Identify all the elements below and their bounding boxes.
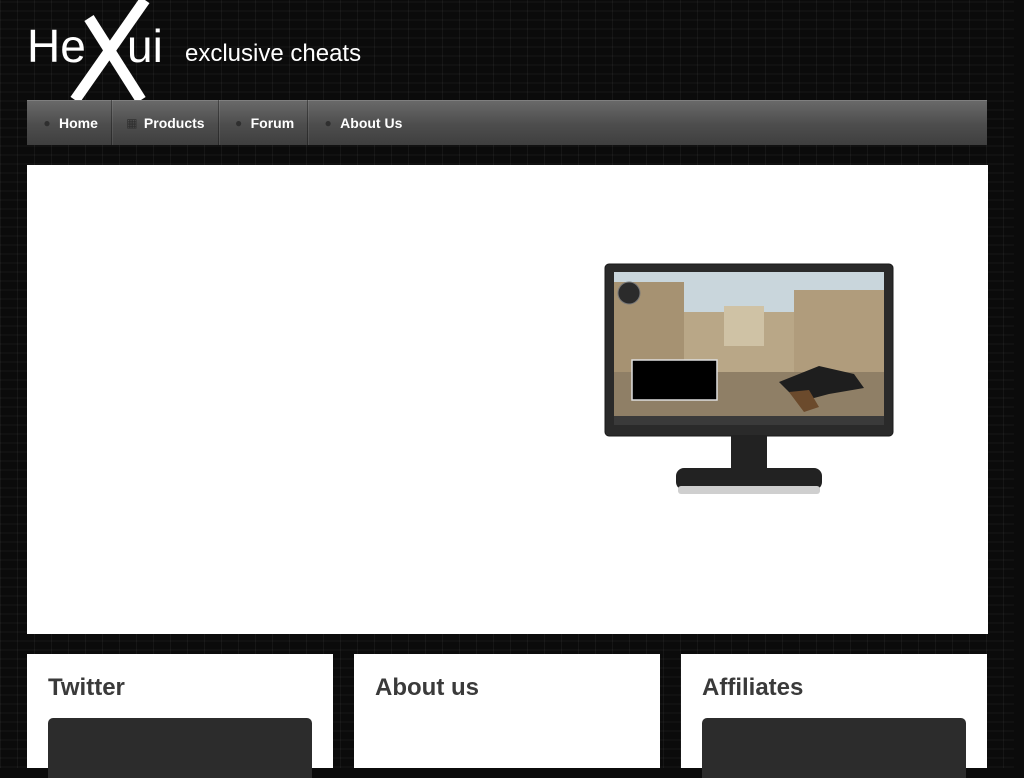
nav-label-home: Home <box>59 114 98 131</box>
logo-text-ui: ui <box>127 20 163 72</box>
nav-label-products: Products <box>143 114 205 131</box>
logo-text-he: He <box>27 20 86 72</box>
twitter-card: Twitter <box>27 654 333 778</box>
info-icon: ● <box>324 115 332 130</box>
affiliates-widget[interactable] <box>702 718 966 778</box>
logo-graphic: He ui exclusive cheats <box>27 0 361 100</box>
logo-tagline: exclusive cheats <box>185 40 361 67</box>
chat-icon: ● <box>234 115 243 130</box>
main-nav: ● Home ▦ Products ● Forum ● About Us <box>27 100 987 145</box>
nav-item-forum[interactable]: ● Forum <box>219 100 309 145</box>
grid-icon: ▦ <box>126 115 138 130</box>
nav-label-about-us: About Us <box>340 114 403 131</box>
twitter-title: Twitter <box>48 674 125 701</box>
site-header: He ui exclusive cheats <box>27 0 987 100</box>
affiliates-title: Affiliates <box>702 674 804 701</box>
affiliates-card: Affiliates <box>681 654 987 778</box>
hero-banner <box>27 165 988 634</box>
monitor-screenshot-image <box>604 262 896 502</box>
twitter-widget[interactable] <box>48 718 312 778</box>
about-card: About us <box>354 654 660 768</box>
nav-item-home[interactable]: ● Home <box>27 100 112 145</box>
globe-icon: ● <box>43 115 51 130</box>
nav-item-about-us[interactable]: ● About Us <box>308 100 415 145</box>
nav-label-forum: Forum <box>250 114 295 131</box>
about-title: About us <box>375 674 479 701</box>
site-logo[interactable]: He ui exclusive cheats <box>27 0 387 100</box>
nav-item-products[interactable]: ▦ Products <box>112 100 219 145</box>
